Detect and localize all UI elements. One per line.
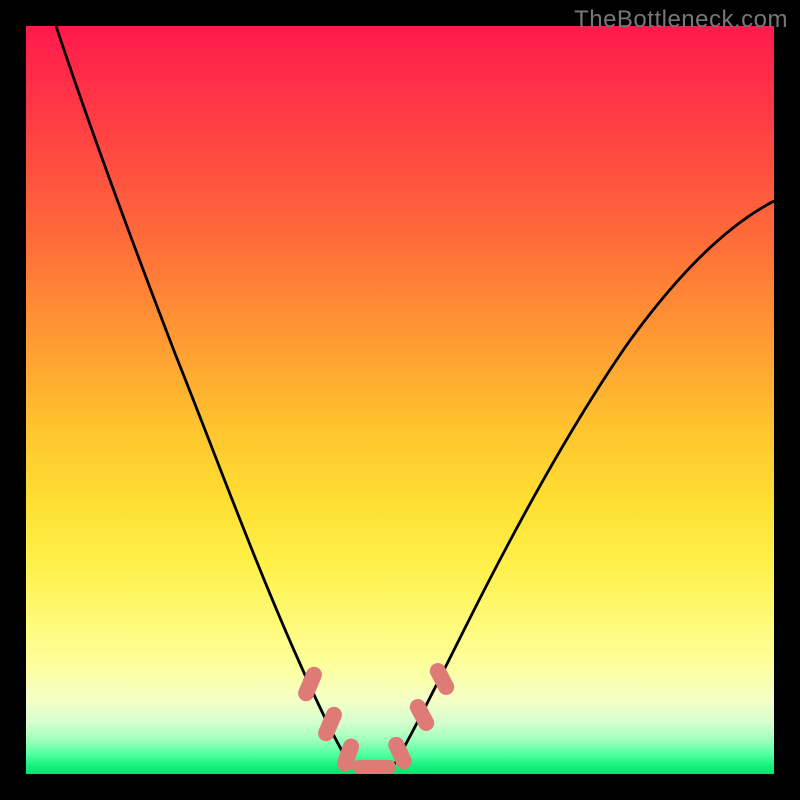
bottleneck-curve xyxy=(56,26,774,770)
marker-right-2 xyxy=(407,696,437,734)
marker-bottom xyxy=(352,760,396,774)
trough-markers xyxy=(296,660,457,774)
watermark-text: TheBottleneck.com xyxy=(574,6,788,34)
curve-layer xyxy=(26,26,774,774)
plot-area xyxy=(26,26,774,774)
chart-frame: TheBottleneck.com xyxy=(0,0,800,800)
marker-left-1 xyxy=(296,664,325,703)
